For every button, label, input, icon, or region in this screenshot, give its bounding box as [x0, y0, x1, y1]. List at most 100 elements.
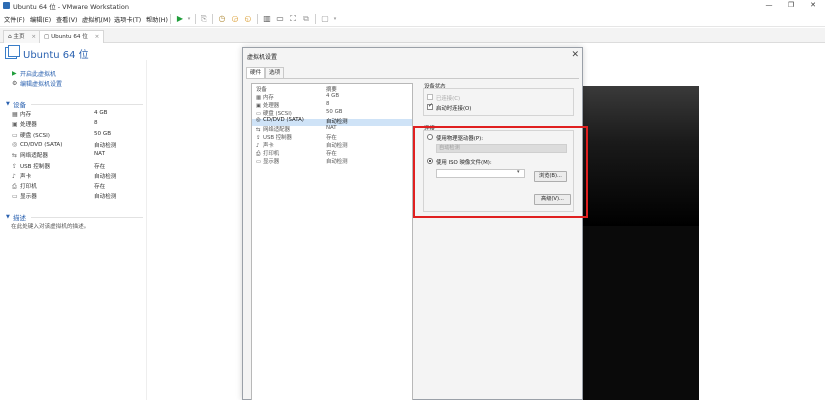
menu-bar: 文件(F) 编辑(E) 查看(V) 虚拟机(M) 选项卡(T) 帮助(H) ▶ … — [0, 11, 825, 27]
maximize-button[interactable]: ❐ — [780, 0, 802, 11]
dialog-close-icon[interactable]: ✕ — [571, 50, 579, 60]
device-row-name[interactable]: ⎙ 打印机 — [12, 182, 37, 191]
device-row-name[interactable]: ▭ 显示器 — [12, 192, 37, 200]
hardware-row-name[interactable]: ▣ 处理器 — [256, 101, 279, 109]
device-name: 声卡 — [20, 173, 32, 180]
hardware-row-name[interactable]: ♪ 声卡 — [256, 141, 274, 149]
hardware-row-name[interactable]: ⇆ 网络适配器 — [256, 125, 290, 133]
device-value: 自动检测 — [94, 142, 117, 149]
device-name: 内存 — [20, 112, 32, 118]
menu-help[interactable]: 帮助(H) — [146, 15, 168, 24]
edit-settings-label: 编辑虚拟机设置 — [20, 81, 63, 88]
power-on-label: 开启此虚拟机 — [20, 71, 57, 78]
close-button[interactable]: ✕ — [802, 0, 824, 11]
tab-label: 主页 — [13, 34, 25, 40]
printer-icon: ⎙ — [12, 183, 17, 191]
cd-icon: ◎ — [12, 140, 18, 148]
menu-file[interactable]: 文件(F) — [4, 15, 25, 24]
column-header-summary: 摘要 — [326, 87, 337, 93]
revert-snapshot-icon[interactable]: ◶ — [230, 14, 240, 24]
device-row-name[interactable]: ⇆ 网络适配器 — [12, 151, 48, 159]
network-icon: ⇆ — [12, 152, 18, 160]
menu-view[interactable]: 查看(V) — [56, 15, 77, 24]
menu-tabs[interactable]: 选项卡(T) — [114, 15, 141, 24]
device-value: 自动检测 — [94, 194, 117, 201]
device-row-name[interactable]: ♪ 声卡 — [12, 172, 31, 180]
power-on-link[interactable]: ▶ 开启此虚拟机 — [12, 69, 56, 78]
fullscreen-icon[interactable]: ⛶ — [288, 14, 298, 24]
hardware-summary: 自动检测 — [326, 119, 348, 125]
device-name: 打印机 — [20, 184, 37, 191]
cpu-icon: ▣ — [12, 121, 18, 129]
device-row-name[interactable]: ▣ 处理器 — [12, 120, 37, 128]
unity-icon[interactable]: ⧉ — [301, 14, 311, 24]
collapse-icon: ▼ — [6, 101, 10, 107]
hardware-summary: NAT — [326, 125, 337, 131]
tab-ubuntu[interactable]: ▢ Ubuntu 64 位 × — [39, 30, 105, 43]
device-name: CD/DVD (SATA) — [20, 141, 63, 148]
connect-at-power-on-checkbox[interactable] — [427, 102, 433, 110]
device-row-name[interactable]: ▭ 硬盘 (SCSI) — [12, 131, 50, 139]
vm-screen-gradient — [583, 86, 699, 226]
edit-settings-icon: ⚙ — [12, 80, 18, 87]
description-section-title: 描述 — [13, 214, 26, 222]
edit-settings-link[interactable]: ⚙ 编辑虚拟机设置 — [12, 79, 62, 88]
hardware-row-name[interactable]: ▭ 显示器 — [256, 157, 279, 165]
device-row-name[interactable]: ⇪ USB 控制器 — [12, 162, 50, 170]
device-row-name[interactable]: ▦ 内存 — [12, 110, 31, 118]
device-value: NAT — [94, 151, 105, 158]
hardware-summary: 8 — [326, 101, 330, 107]
hardware-row-name[interactable]: ⇪ USB 控制器 — [256, 133, 292, 141]
sound-icon: ♪ — [12, 172, 16, 180]
toolbar-separator — [195, 14, 196, 24]
device-value: 8 — [94, 120, 98, 127]
tab-hardware[interactable]: 硬件 — [246, 67, 266, 78]
devices-section-title: 设备 — [13, 101, 26, 109]
vm-settings-dialog: 虚拟机设置 ✕ 硬件 选项 设备 摘要 ▦ 内存 4 GB ▣ 处理器 8 ▭ 硬盘 (SCS… — [242, 47, 583, 400]
toolbar-separator — [257, 14, 258, 24]
power-dropdown-icon[interactable]: ▾ — [184, 14, 194, 24]
vmware-app-icon — [3, 2, 10, 9]
device-value: 自动检测 — [94, 173, 117, 180]
send-ctrl-alt-del-icon[interactable]: ⎘ — [199, 14, 209, 24]
collapse-icon: ▼ — [6, 214, 10, 220]
close-tab-icon[interactable]: × — [31, 34, 36, 40]
snapshot-manager-icon[interactable]: ◵ — [243, 14, 253, 24]
minimize-button[interactable]: — — [758, 0, 780, 11]
toolbar-separator — [315, 14, 316, 24]
hardware-row-name[interactable]: ▦ 内存 — [256, 93, 274, 101]
devices-section-header[interactable]: ▼ 设备 — [6, 99, 26, 109]
tab-strip: ⌂ 主页 × ▢ Ubuntu 64 位 × — [0, 28, 825, 43]
menu-edit[interactable]: 编辑(E) — [30, 15, 51, 24]
thumbnail-icon[interactable]: ▭ — [275, 14, 285, 24]
hardware-row-name[interactable]: ▭ 硬盘 (SCSI) — [256, 109, 292, 117]
tab-home[interactable]: ⌂ 主页 × — [3, 30, 42, 43]
menu-vm[interactable]: 虚拟机(M) — [82, 15, 111, 24]
cd-icon: ◎ — [256, 117, 261, 123]
tab-underline — [246, 78, 579, 79]
device-row-name[interactable]: ◎ CD/DVD (SATA) — [12, 141, 62, 148]
display-icon: ▭ — [256, 159, 262, 165]
hardware-row-name[interactable]: ◎ CD/DVD (SATA) — [256, 117, 304, 123]
console-view-icon[interactable]: ▢ — [320, 14, 330, 24]
tab-options[interactable]: 选项 — [265, 67, 285, 78]
hardware-summary: 50 GB — [326, 109, 343, 115]
usb-icon: ⇪ — [12, 162, 18, 170]
description-placeholder[interactable]: 在此处键入对该虚拟机的描述。 — [11, 222, 89, 230]
hardware-summary: 自动检测 — [326, 143, 348, 149]
pane-divider — [146, 60, 147, 400]
library-icon[interactable]: ▥ — [262, 14, 272, 24]
vm-icon: ▢ — [44, 34, 50, 40]
device-name: 显示器 — [20, 194, 37, 201]
column-header-device: 设备 — [256, 87, 267, 93]
close-tab-icon[interactable]: × — [95, 34, 100, 40]
device-name: 网络适配器 — [20, 153, 48, 160]
vm-icon — [5, 45, 20, 59]
home-icon: ⌂ — [8, 34, 12, 40]
console-dropdown-icon[interactable]: ▾ — [330, 14, 340, 24]
description-section-header[interactable]: ▼ 描述 — [6, 212, 26, 222]
connected-checkbox[interactable] — [427, 94, 433, 100]
vm-title: Ubuntu 64 位 — [23, 50, 89, 61]
hardware-summary: 自动检测 — [326, 159, 348, 165]
snapshot-icon[interactable]: ◷ — [217, 14, 227, 24]
